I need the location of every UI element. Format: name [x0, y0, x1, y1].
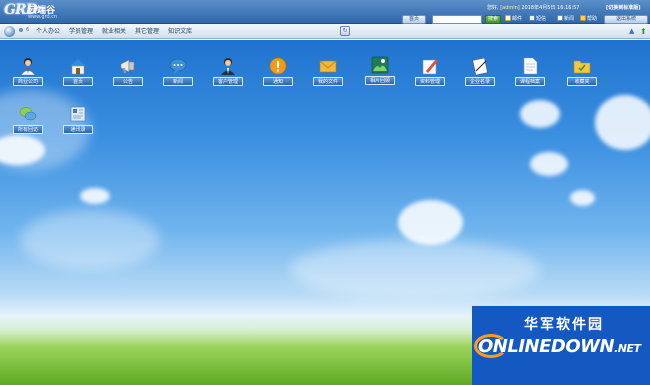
desktop-icon-directory[interactable]: 企业名录 [455, 57, 505, 105]
address-book-icon [70, 106, 86, 122]
news-link[interactable]: 新闻 [557, 15, 574, 24]
sms-icon [529, 15, 535, 21]
desktop-icon-label: 收藏夹 [567, 77, 597, 86]
desktop-icon-business[interactable]: 商业公司 [3, 57, 53, 105]
search-button[interactable]: 搜索 [485, 15, 501, 24]
folder-icon [573, 60, 591, 74]
welcome-prefix: 您好, [487, 5, 499, 11]
desktop-icon-address-book[interactable]: 通讯录 [53, 105, 103, 153]
desktop-icon-label: 我的文件 [313, 77, 343, 86]
desktop-icon-photos[interactable]: 相片回顾 [355, 56, 405, 104]
switch-edition-link[interactable]: [切换到标准版] [606, 4, 641, 11]
nav-item-other-management[interactable]: 其它管理 [135, 24, 159, 39]
desktop-icon-news[interactable]: 新闻 [153, 57, 203, 105]
mail-link[interactable]: 邮件 [505, 15, 522, 24]
desktop-icon-label: 所有回访 [13, 125, 43, 134]
desktop-icon-label: 企业名录 [465, 77, 495, 86]
help-link[interactable]: 帮助 [580, 15, 597, 24]
cloud [398, 200, 463, 245]
mail-icon [505, 15, 511, 21]
person-icon [20, 58, 36, 75]
desktop-icon-favorites[interactable]: 收藏夹 [557, 57, 607, 105]
desktop-icon-customer[interactable]: 客户管理 [203, 57, 253, 105]
desktop-icon-course-archive[interactable]: 课程档案 [505, 57, 555, 105]
arrow-up-icon[interactable]: ⬆ [640, 27, 647, 36]
home-icon [70, 59, 86, 75]
username: [admin] [500, 5, 520, 11]
watermark-subtitle: 华军软件园 [524, 317, 604, 333]
dot-icon [19, 28, 23, 32]
nav-item-student-management[interactable]: 学员管理 [69, 24, 93, 39]
nav-menu: 个人办公 学员管理 就业相关 其它管理 知识文库 [36, 24, 192, 39]
speech-bubbles-icon [19, 107, 37, 121]
desktop-icon-label: 通讯录 [63, 125, 93, 134]
app-logo: GRD 云端谷 www.grd.cn [4, 2, 62, 22]
cloud [80, 188, 110, 204]
desktop-icon-all-visits[interactable]: 所有回访 [3, 105, 53, 153]
home-button[interactable]: 首页 [402, 15, 426, 24]
photo-icon [371, 56, 389, 74]
news-icon [557, 15, 563, 21]
cloud [570, 190, 595, 206]
desktop-icon-my-files[interactable]: 我的文件 [303, 57, 353, 105]
sms-link[interactable]: 短信 [529, 15, 546, 24]
desktop-icon-label: 相片回顾 [365, 76, 395, 85]
nav-item-employment[interactable]: 就业相关 [102, 24, 126, 39]
document-icon [523, 57, 538, 75]
globe-icon[interactable] [4, 26, 15, 37]
desktop-icon-notice[interactable]: 通知 [253, 57, 303, 105]
search-input[interactable] [432, 15, 482, 24]
megaphone-icon [120, 59, 135, 73]
nav-item-knowledge-library[interactable]: 知识文库 [168, 24, 192, 39]
cloud [530, 152, 568, 176]
desktop-icon-label: 商业公司 [13, 77, 43, 86]
desktop-icon-label: 课程档案 [515, 77, 545, 86]
cloud [290, 240, 540, 300]
desktop-icon-label: 新闻 [163, 77, 193, 86]
help-icon [580, 15, 586, 21]
desktop-icon-home[interactable]: 首页 [53, 57, 103, 105]
logo-url: www.grd.cn [28, 14, 58, 20]
desktop-icon-label: 资料管理 [415, 77, 445, 86]
nav-item-personal-office[interactable]: 个人办公 [36, 24, 60, 39]
desktop-icon-materials[interactable]: 资料管理 [405, 57, 455, 105]
desktop-icon-label: 首页 [63, 77, 93, 86]
top-header: GRD 云端谷 www.grd.cn 您好, [admin] 2018年4月5日… [0, 0, 650, 24]
main-nav: 6 个人办公 学员管理 就业相关 其它管理 知识文库 ↻ ▲ ⬆ [0, 24, 650, 39]
user-icon [221, 58, 235, 75]
desktop-icon-label: 公告 [113, 77, 143, 86]
desktop-icon-label: 通知 [263, 77, 293, 86]
refresh-icon[interactable]: ↻ [340, 26, 350, 36]
current-datetime: 2018年4月5日 16:16:57 [521, 5, 580, 11]
logout-button[interactable]: 退出系统 [604, 15, 648, 24]
alert-icon [269, 57, 287, 75]
edit-icon [422, 59, 438, 75]
desktop-icon-label: 客户管理 [213, 77, 243, 86]
welcome-text: 您好, [admin] 2018年4月5日 16:16:57 [487, 4, 580, 11]
scroll-up-icon[interactable]: ▲ [629, 27, 636, 36]
cloud [20, 210, 160, 270]
chat-bubble-icon [169, 58, 187, 74]
envelope-icon [319, 60, 337, 73]
desktop-icon-announcement[interactable]: 公告 [103, 57, 153, 105]
nav-small-text: 6 [26, 27, 30, 33]
notebook-icon [472, 57, 488, 75]
watermark-brand: ONLINEDOWN.NET [478, 336, 641, 357]
